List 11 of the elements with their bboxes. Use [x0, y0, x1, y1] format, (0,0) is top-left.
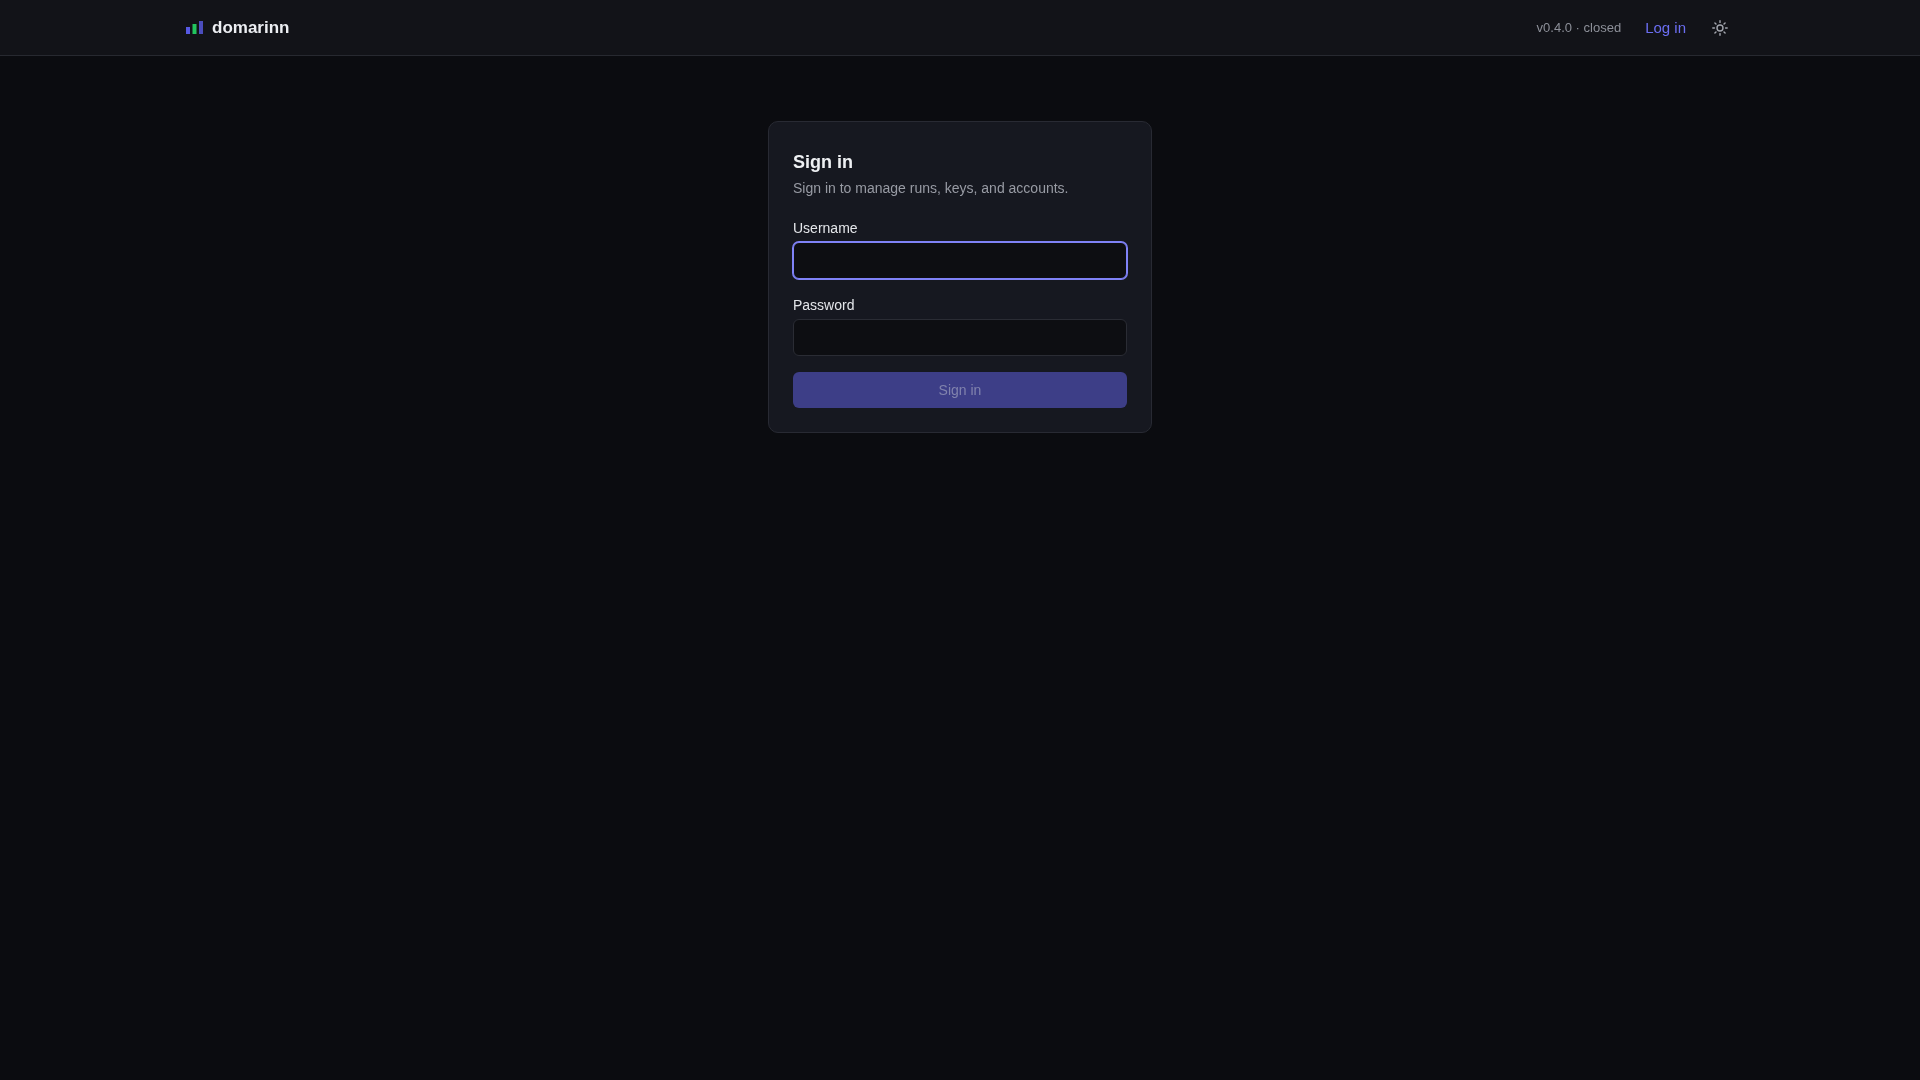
field-label: Password	[793, 296, 855, 315]
version-status: v0.4.0 · closed	[1536, 20, 1622, 35]
bar-chart-logo-icon	[186, 21, 203, 34]
input-field[interactable]	[793, 242, 1127, 279]
sun-theme-toggle-icon[interactable]	[1712, 19, 1728, 36]
card-subtitle: Sign in to manage runs, keys, and accounts.	[793, 179, 1070, 198]
card-title: Sign in	[793, 151, 854, 174]
brand-name[interactable]: domarinn	[212, 17, 290, 38]
login-link[interactable]: Log in	[1645, 19, 1686, 36]
field-label: Username	[793, 219, 858, 238]
input-field[interactable]	[793, 319, 1127, 356]
